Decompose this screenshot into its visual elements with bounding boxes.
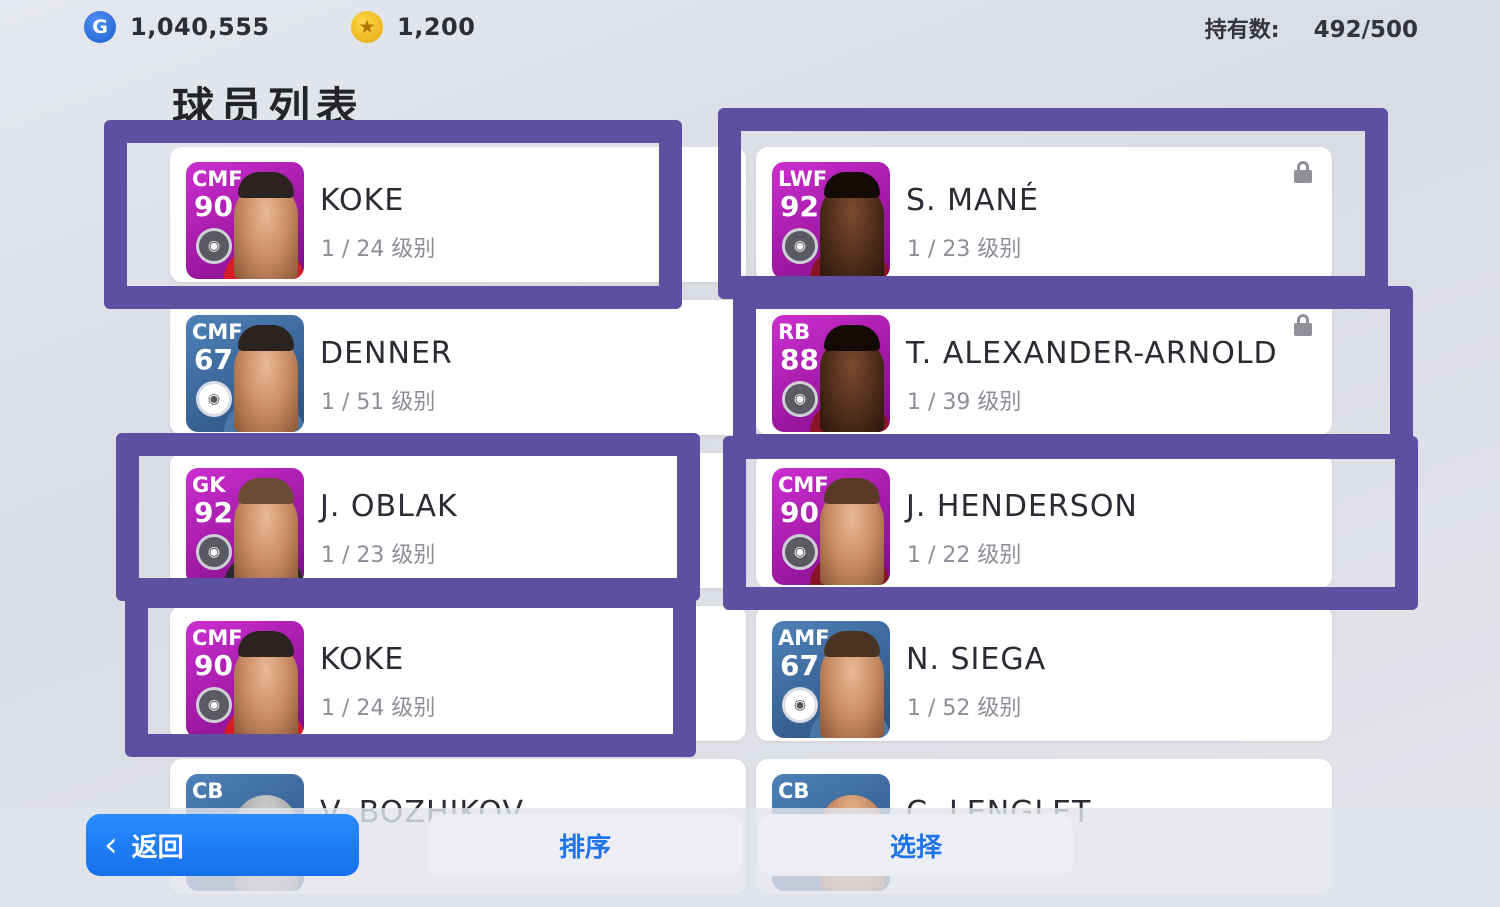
player-name: T. ALEXANDER-ARNOLD [906, 336, 1278, 371]
back-label: 返回 [131, 832, 184, 863]
player-name: KOKE [320, 183, 405, 218]
player-name: N. SIEGA [906, 642, 1047, 677]
player-card[interactable]: RB 88 ◉ T. ALEXANDER-ARNOLD 1 / 39 级别 [756, 300, 1332, 435]
select-button[interactable]: 选择 [759, 814, 1073, 876]
club-badge-icon: ◉ [782, 687, 818, 723]
player-position: LWF [778, 167, 828, 191]
club-badge-icon: ◉ [196, 381, 232, 417]
sort-button[interactable]: 排序 [428, 814, 742, 876]
player-level: 1 / 39 级别 [907, 390, 1022, 415]
player-name: J. OBLAK [320, 489, 458, 524]
club-badge-icon: ◉ [196, 534, 232, 570]
player-card[interactable]: CMF 90 ◉ KOKE 1 / 24 级别 [170, 606, 746, 741]
club-badge-icon: ◉ [196, 228, 232, 264]
player-name: DENNER [320, 336, 453, 371]
player-level: 1 / 23 级别 [321, 543, 436, 568]
player-card[interactable]: CMF 90 ◉ KOKE 1 / 24 级别 [170, 147, 746, 282]
club-badge-icon: ◉ [782, 381, 818, 417]
player-card[interactable]: CMF 67 ◉ DENNER 1 / 51 级别 [170, 300, 746, 435]
player-position: CB [192, 779, 224, 803]
player-thumbnail: CMF 90 ◉ [772, 468, 890, 585]
player-level: 1 / 51 级别 [321, 390, 436, 415]
player-position: GK [192, 473, 226, 497]
player-thumbnail: AMF 67 ◉ [772, 621, 890, 738]
club-badge-icon: ◉ [782, 534, 818, 570]
player-thumbnail: GK 92 ◉ [186, 468, 304, 585]
player-position: CMF [192, 320, 243, 344]
player-rating: 90 [194, 649, 233, 682]
player-rating: 92 [194, 496, 233, 529]
player-name: J. HENDERSON [906, 489, 1138, 524]
player-level: 1 / 24 级别 [321, 237, 436, 262]
player-position: CMF [192, 626, 243, 650]
select-label: 选择 [889, 832, 942, 863]
player-thumbnail: RB 88 ◉ [772, 315, 890, 432]
player-thumbnail: LWF 92 ◉ [772, 162, 890, 279]
lock-icon [1294, 161, 1312, 183]
player-thumbnail: CMF 90 ◉ [186, 621, 304, 738]
player-level: 1 / 22 级别 [907, 543, 1022, 568]
player-card[interactable]: AMF 67 ◉ N. SIEGA 1 / 52 级别 [756, 606, 1332, 741]
player-position: CB [778, 779, 810, 803]
player-name: S. MANÉ [906, 183, 1039, 218]
chevron-left-icon: ‹ [104, 825, 118, 865]
back-button[interactable]: ‹ 返回 [86, 814, 359, 876]
sort-label: 排序 [558, 832, 611, 863]
player-rating: 90 [780, 496, 819, 529]
player-name: KOKE [320, 642, 405, 677]
player-rating: 92 [780, 190, 819, 223]
player-rating: 90 [194, 190, 233, 223]
player-level: 1 / 24 级别 [321, 696, 436, 721]
lock-icon [1294, 314, 1312, 336]
player-position: CMF [192, 167, 243, 191]
player-card[interactable]: LWF 92 ◉ S. MANÉ 1 / 23 级别 [756, 147, 1332, 282]
player-position: RB [778, 320, 811, 344]
player-rating: 88 [780, 343, 819, 376]
club-badge-icon: ◉ [782, 228, 818, 264]
player-list: CMF 90 ◉ KOKE 1 / 24 级别 LWF 92 ◉ S. MANÉ… [0, 0, 1500, 907]
player-thumbnail: CMF 67 ◉ [186, 315, 304, 432]
player-position: CMF [778, 473, 829, 497]
player-level: 1 / 23 级别 [907, 237, 1022, 262]
player-card[interactable]: CMF 90 ◉ J. HENDERSON 1 / 22 级别 [756, 453, 1332, 588]
player-thumbnail: CMF 90 ◉ [186, 162, 304, 279]
player-position: AMF [778, 626, 830, 650]
player-card[interactable]: GK 92 ◉ J. OBLAK 1 / 23 级别 [170, 453, 746, 588]
club-badge-icon: ◉ [196, 687, 232, 723]
player-rating: 67 [780, 649, 819, 682]
player-level: 1 / 52 级别 [907, 696, 1022, 721]
player-rating: 67 [194, 343, 233, 376]
